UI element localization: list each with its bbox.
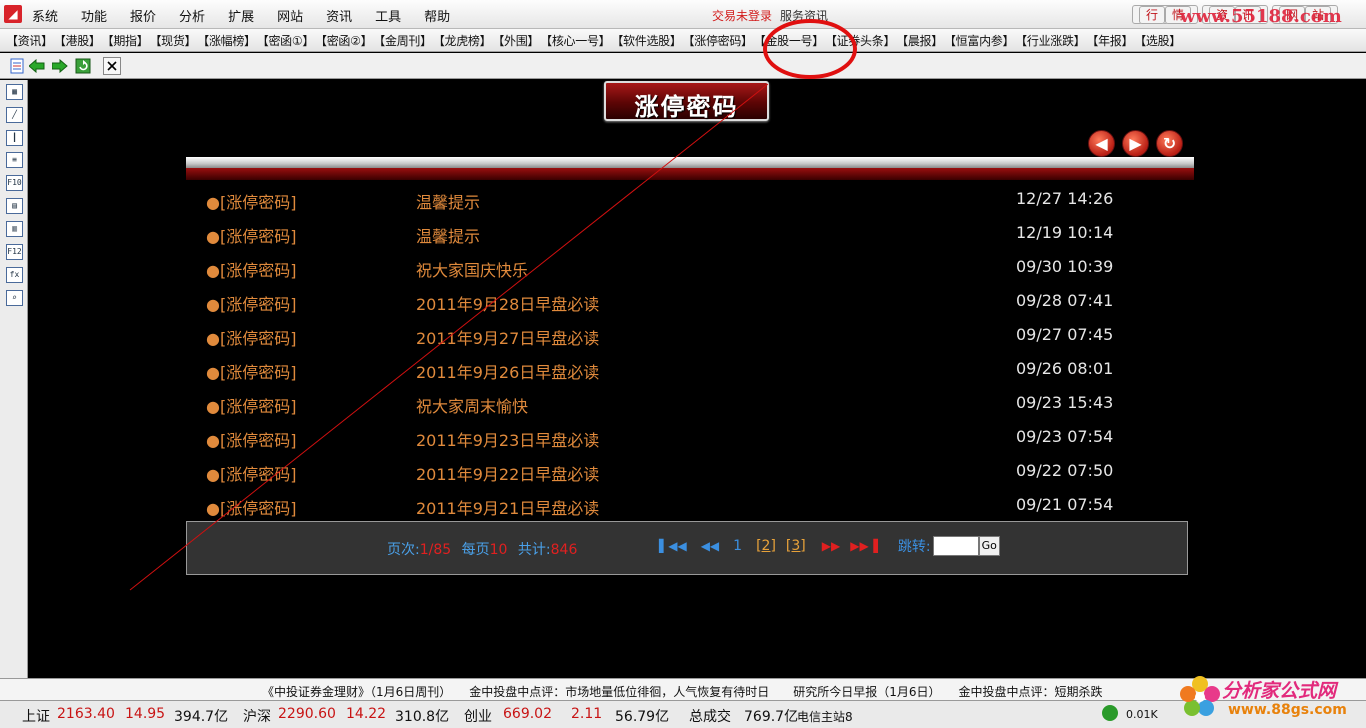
hs-label: 沪深 [243,709,271,725]
window-tab-label: 行 [1139,6,1166,24]
tab-hengfu-insider[interactable]: 【恒富内参】 [944,32,1015,49]
cy-index: 669.02 [503,706,552,722]
tab-limit-up-code[interactable]: 【涨停密码】 [683,32,754,49]
left-sidebar: ▦ ╱ ┃ ≡ F10 ▤ ▥ F12 fx ⌕ [0,80,28,678]
browser-toolbar [0,53,1366,79]
tab-news[interactable]: 【资讯】 [6,32,53,49]
tab-annual-report[interactable]: 【年报】 [1086,32,1133,49]
watermark-site-url: www.88gs.com [1228,702,1347,718]
tab-secret-2[interactable]: 【密函②】 [315,32,373,49]
tab-weekly[interactable]: 【金周刊】 [373,32,432,49]
news-ticker[interactable]: 《中投证券金理财》（1月6日周刊） 金中投盘中点评：市场地量低位徘徊，人气恢复有… [0,678,1366,700]
sh-change: 14.95 [125,706,166,722]
watermark-top: www.55188.com [1180,6,1342,27]
cy-change: 2.11 [571,706,603,722]
tab-stock-picker[interactable]: 【选股】 [1134,32,1181,49]
menu-website[interactable]: 网站 [277,6,303,25]
forward-arrow-svg [52,59,68,73]
sh-amount: 394.7亿 [174,709,229,725]
list-icon[interactable]: ≡ [6,152,23,168]
annotation-arrow-line [129,83,769,591]
status-bar: 上证 2163.40 14.95 394.7亿 沪深 2290.60 14.22… [0,700,1366,728]
menu-function[interactable]: 功能 [81,6,107,25]
close-icon[interactable] [103,57,121,75]
function-tab-bar: 【资讯】 【港股】 【期指】 【现货】 【涨幅榜】 【密函①】 【密函②】 【金… [0,29,1366,52]
tab-gainers[interactable]: 【涨幅榜】 [197,32,256,49]
menu-tools[interactable]: 工具 [375,6,401,25]
total-volume-label: 总成交 [689,709,731,725]
page-icon[interactable] [8,57,26,75]
cy-amount: 56.79亿 [615,709,670,725]
content-area: 涨停密码 ◀ ▶ ↻ ●[涨停密码] 温馨提示 12/27 14:26 ●[涨停密码… [29,80,1366,678]
network-speed: 0.01K [1126,708,1158,721]
tab-overseas[interactable]: 【外围】 [492,32,539,49]
app-logo-icon[interactable]: ◢ [4,5,22,23]
main-menu: 系统 功能 报价 分析 扩展 网站 资讯 工具 帮助 [32,6,473,25]
refresh-svg [75,58,91,74]
menu-quote[interactable]: 报价 [130,6,156,25]
hs-amount: 310.8亿 [395,709,450,725]
report-icon[interactable]: ▤ [6,198,23,214]
menu-analysis[interactable]: 分析 [179,6,205,25]
server-name[interactable]: 电信主站8 [797,708,853,725]
search-icon[interactable]: ⌕ [6,290,23,306]
connection-status-icon[interactable] [1102,705,1118,721]
tab-industry-change[interactable]: 【行业涨跌】 [1015,32,1086,49]
hs-change: 14.22 [346,706,387,722]
note-icon[interactable]: ▥ [6,221,23,237]
back-arrow-icon[interactable] [28,57,46,75]
menu-help[interactable]: 帮助 [424,6,450,25]
tab-spot[interactable]: 【现货】 [149,32,196,49]
tab-hk-stocks[interactable]: 【港股】 [54,32,101,49]
annotation-overlay [129,83,769,591]
close-svg [107,61,117,71]
tab-core-one[interactable]: 【核心一号】 [540,32,611,49]
sh-index: 2163.40 [57,706,115,722]
annotation-ellipse [763,19,857,79]
sh-label: 上证 [22,709,50,725]
back-arrow-svg [29,59,45,73]
tab-software-pick[interactable]: 【软件选股】 [611,32,682,49]
menu-extend[interactable]: 扩展 [228,6,254,25]
watermark-site-name: 分析家公式网 [1222,680,1337,702]
flower-logo-icon [1180,676,1220,716]
tab-secret-1[interactable]: 【密函①】 [257,32,315,49]
total-volume-value: 769.7亿 [744,709,799,725]
formula-icon[interactable]: fx [6,267,23,283]
f12-icon[interactable]: F12 [6,244,23,260]
refresh-icon[interactable] [74,57,92,75]
f10-icon[interactable]: F10 [6,175,23,191]
kline-icon[interactable]: ┃ [6,130,23,146]
page-svg [10,58,24,74]
forward-arrow-icon[interactable] [51,57,69,75]
ticker-text[interactable]: 《中投证券金理财》（1月6日周刊） 金中投盘中点评：市场地量低位徘徊，人气恢复有… [262,683,1162,700]
tab-dragon-tiger[interactable]: 【龙虎榜】 [433,32,492,49]
menu-info[interactable]: 资讯 [326,6,352,25]
tab-morning-report[interactable]: 【晨报】 [896,32,943,49]
watermark-bottom: 分析家公式网 www.88gs.com [1170,670,1366,728]
grid-quote-icon[interactable]: ▦ [6,84,23,100]
menu-bar: ◢ 系统 功能 报价 分析 扩展 网站 资讯 工具 帮助 交易未登录 服务资讯 … [0,0,1366,29]
tab-index-futures[interactable]: 【期指】 [102,32,149,49]
line-chart-icon[interactable]: ╱ [6,107,23,123]
cy-label: 创业 [464,709,492,725]
annotation-circle [763,19,857,79]
hs-index: 2290.60 [278,706,336,722]
menu-system[interactable]: 系统 [32,6,58,25]
